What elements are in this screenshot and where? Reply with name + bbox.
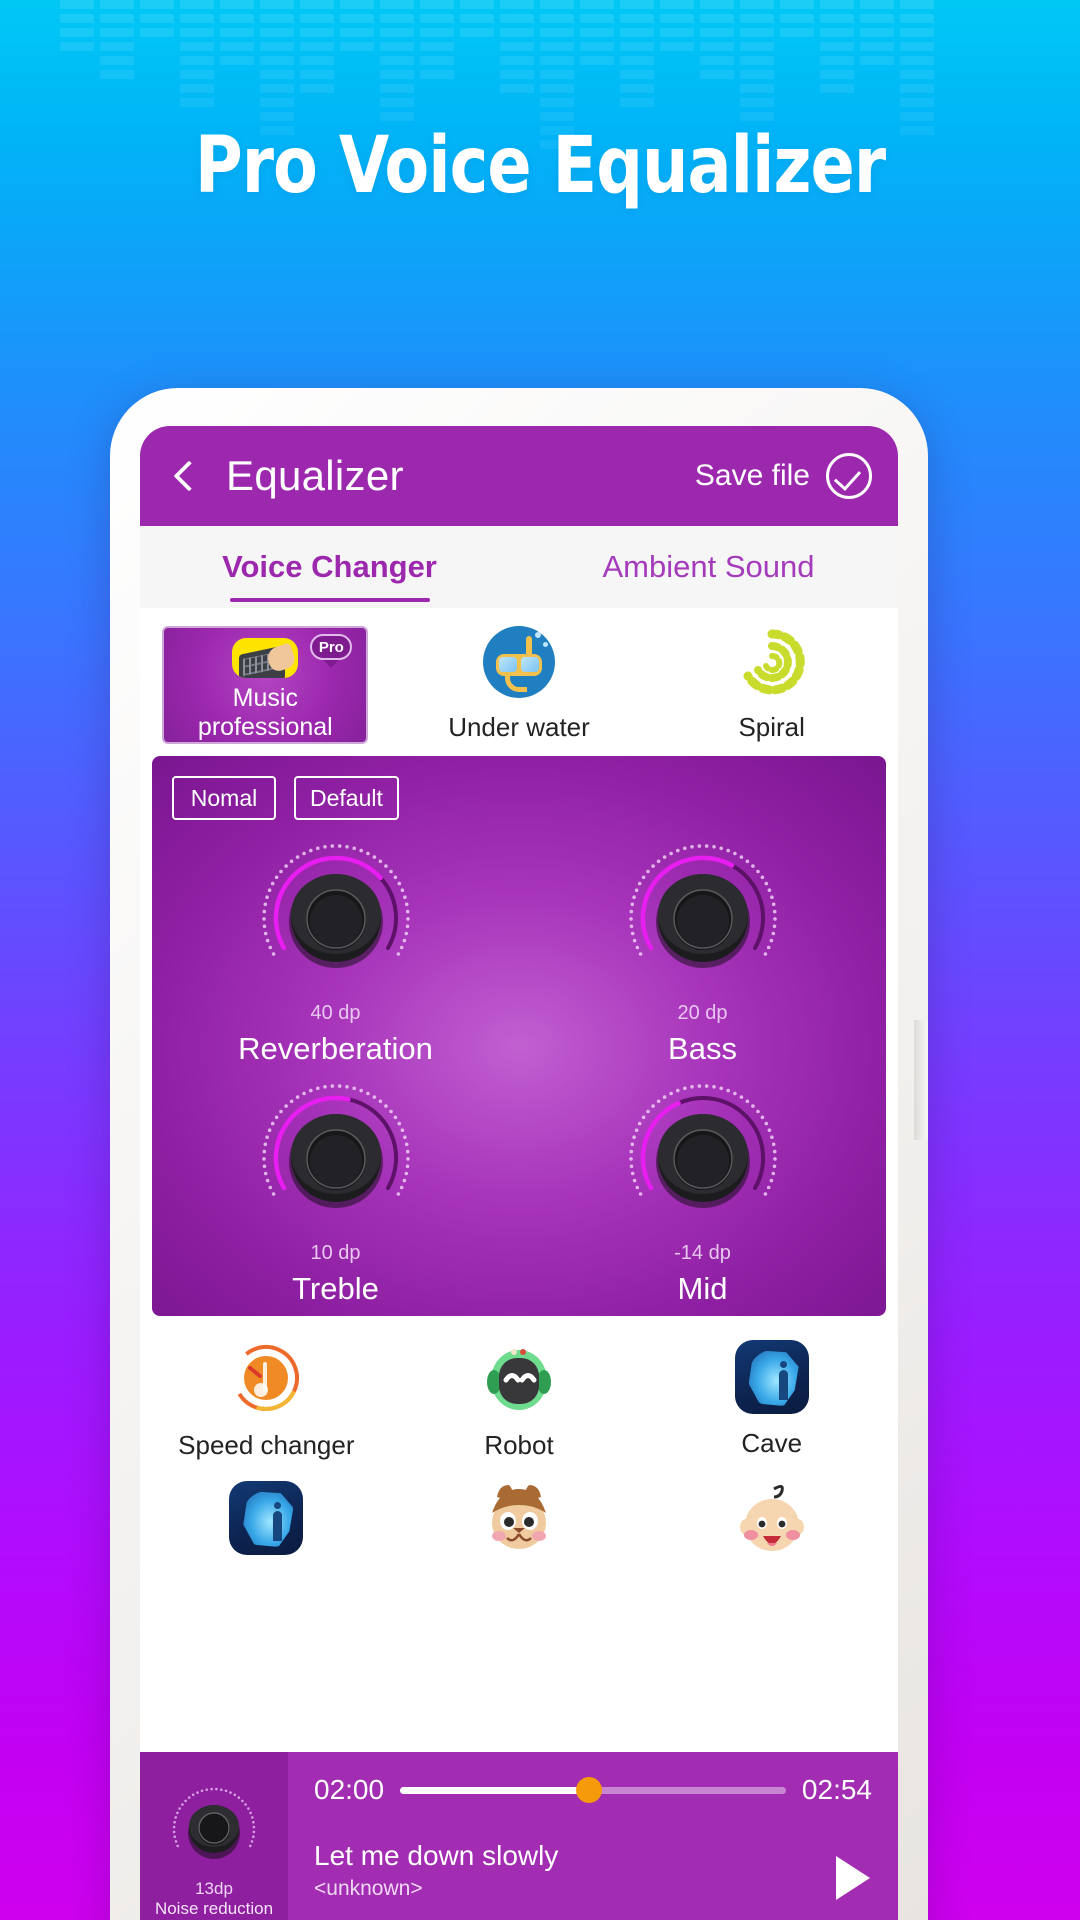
effect-row-top: Pro Music professional Under water Spira…: [140, 608, 898, 750]
current-time: 02:00: [314, 1774, 385, 1805]
track-artist: <unknown>: [314, 1877, 423, 1900]
effect-item-cave-2[interactable]: [140, 1475, 393, 1557]
effect-label: Robot: [484, 1430, 554, 1460]
effect-label: Speed changer: [178, 1430, 355, 1460]
progress-thumb[interactable]: [576, 1777, 603, 1803]
total-time: 02:54: [801, 1774, 872, 1805]
knob-value: 20 dp: [677, 1002, 728, 1024]
knob-bass[interactable]: 20 dp Bass: [519, 832, 886, 1072]
knob-treble[interactable]: 10 dp Treble: [152, 1072, 519, 1312]
tab-voice-changer[interactable]: Voice Changer: [140, 526, 519, 608]
chevron-left-icon[interactable]: [166, 459, 200, 493]
play-icon[interactable]: [836, 1856, 870, 1900]
pro-badge-icon: Pro: [302, 632, 360, 670]
effect-label: Cave: [741, 1428, 803, 1458]
effect-item-baby[interactable]: [645, 1475, 898, 1557]
effect-item-under-water[interactable]: Under water: [393, 620, 646, 744]
cave-icon: [229, 1481, 304, 1555]
squirrel-icon: [481, 1481, 557, 1557]
phone-mockup: Equalizer Save file Voice Changer Ambien…: [110, 388, 928, 1920]
mixer-icon: [232, 638, 299, 678]
equalizer-panel: Nomal Default 40 dp Reverberation 20 dp …: [152, 756, 886, 1316]
page-title: Equalizer: [226, 452, 404, 499]
knob-label: Reverberation: [238, 1031, 433, 1066]
knob-dial[interactable]: [618, 1080, 788, 1240]
knob-reverberation[interactable]: 40 dp Reverberation: [152, 832, 519, 1072]
effect-item-speed-changer[interactable]: Speed changer: [140, 1334, 393, 1461]
speed-gauge-icon: [228, 1340, 304, 1416]
spiral-icon: [736, 626, 808, 698]
noise-reduction-value: 13dp: [195, 1879, 233, 1898]
app-header: Equalizer Save file: [140, 426, 898, 526]
effect-item-cave[interactable]: Cave: [645, 1334, 898, 1461]
cave-icon: [734, 1340, 809, 1414]
preset-button-nomal[interactable]: Nomal: [172, 776, 276, 820]
knob-dial[interactable]: [251, 1080, 421, 1240]
baby-icon: [734, 1481, 810, 1557]
save-file-button[interactable]: Save file: [695, 453, 872, 499]
progress-row: 02:00 02:54: [314, 1774, 872, 1806]
tab-bar: Voice Changer Ambient Sound: [140, 526, 898, 608]
noise-reduction-label: Noise reduction: [154, 1899, 274, 1918]
player-main: 02:00 02:54 Let me down slowly <unknown>: [288, 1752, 898, 1920]
effect-item-robot[interactable]: Robot: [393, 1334, 646, 1461]
pro-badge-label: Pro: [310, 634, 353, 660]
knob-dial[interactable]: [251, 840, 421, 1000]
phone-screen: Equalizer Save file Voice Changer Ambien…: [140, 426, 898, 1920]
effect-item-spiral[interactable]: Spiral: [645, 620, 898, 744]
knob-value: 10 dp: [310, 1242, 361, 1264]
save-file-label: Save file: [694, 459, 810, 492]
robot-head-icon: [481, 1340, 557, 1416]
progress-slider[interactable]: [400, 1777, 786, 1803]
knob-value: 40 dp: [310, 1002, 361, 1024]
player-bar: 13dp Noise reduction 02:00 02:54 Let me …: [140, 1752, 898, 1920]
progress-fill: [400, 1786, 590, 1794]
effect-row-bottom: Speed changer Robot Cave: [140, 1316, 898, 1465]
snorkel-mask-icon: [483, 626, 555, 698]
noise-reduction-control[interactable]: 13dp Noise reduction: [140, 1752, 288, 1920]
effect-label: Music professional: [197, 684, 333, 741]
preset-button-default[interactable]: Default: [294, 776, 399, 820]
phone-side-button-power: [914, 1020, 928, 1140]
knob-dial[interactable]: [618, 840, 788, 1000]
preset-row: Nomal Default: [172, 776, 866, 820]
selected-effect-card[interactable]: Pro Music professional: [162, 626, 369, 744]
knob-value: -14 dp: [674, 1242, 731, 1264]
knob-label: Treble: [292, 1271, 379, 1306]
check-circle-icon: [826, 453, 872, 499]
effect-label: Spiral: [738, 712, 805, 742]
tab-ambient-sound[interactable]: Ambient Sound: [519, 526, 898, 608]
knob-grid: 40 dp Reverberation 20 dp Bass 10 dp Treble: [152, 832, 886, 1312]
track-title: Let me down slowly: [314, 1840, 559, 1871]
effect-label: Under water: [448, 712, 590, 742]
knob-label: Bass: [668, 1031, 737, 1066]
effect-row-partial: [140, 1465, 898, 1557]
noise-reduction-knob[interactable]: [168, 1785, 260, 1877]
effect-item-squirrel[interactable]: [393, 1475, 646, 1557]
promo-screenshot: Pro Voice Equalizer Equalizer Save file …: [0, 0, 1080, 1920]
page-headline: Pro Voice Equalizer: [194, 121, 886, 211]
knob-mid[interactable]: -14 dp Mid: [519, 1072, 886, 1312]
knob-label: Mid: [677, 1271, 728, 1306]
effect-item-music-professional[interactable]: Pro Music professional: [140, 620, 393, 744]
